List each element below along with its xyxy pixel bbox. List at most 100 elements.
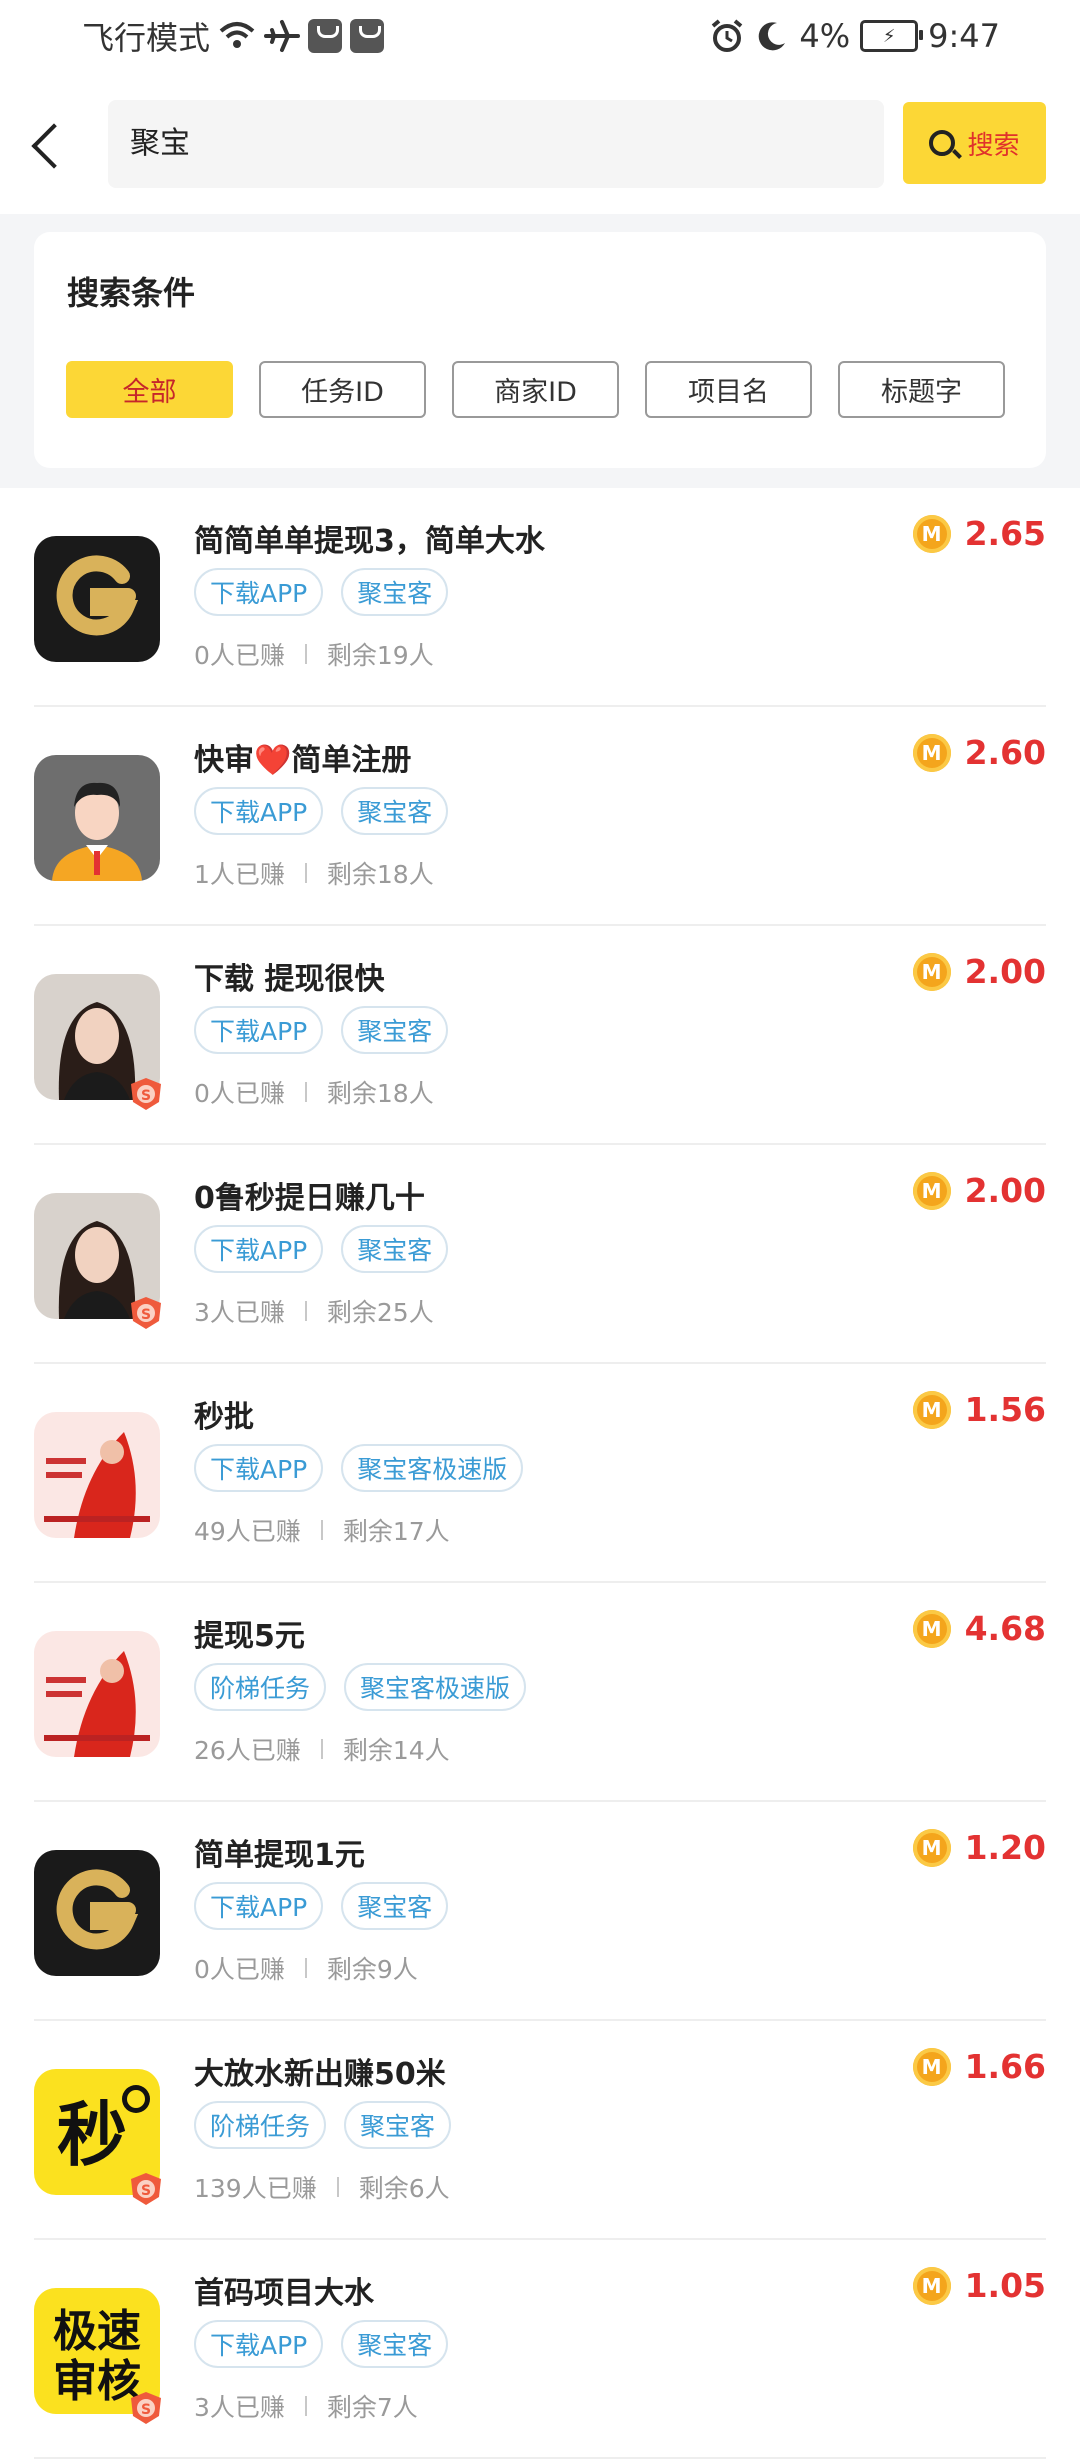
divider xyxy=(304,863,307,883)
task-stats: 0人已赚 剩余9人 xyxy=(194,1950,418,1986)
earned-count: 3人已赚 xyxy=(194,2393,285,2422)
task-tag: 下载APP xyxy=(194,1225,324,1273)
search-button-label: 搜索 xyxy=(967,130,1020,161)
remaining-count: 剩余18人 xyxy=(326,1079,434,1108)
task-title: 快审❤️简单注册 xyxy=(194,743,412,778)
shopping-bag-icon xyxy=(308,19,343,53)
divider xyxy=(304,2396,307,2416)
remaining-count: 剩余19人 xyxy=(326,641,434,670)
svg-text:极速: 极速 xyxy=(53,2306,141,2357)
task-tag: 阶梯任务 xyxy=(194,1663,327,1711)
battery-percent: 4% xyxy=(799,17,851,55)
coin-icon: M xyxy=(912,1171,951,1210)
clock: 9:47 xyxy=(928,17,1000,55)
g-logo-icon xyxy=(34,1850,160,1976)
task-title: 0鲁秒提日赚几十 xyxy=(194,1181,425,1216)
task-title: 秒批 xyxy=(194,1400,254,1435)
task-tag: 聚宝客 xyxy=(341,787,449,835)
task-list-item[interactable]: 简单提现1元 下载APP 聚宝客 0人已赚 剩余9人 M 1.20 xyxy=(0,1802,1080,2021)
filter-chip[interactable]: 商家ID xyxy=(452,361,619,418)
filter-chip[interactable]: 任务ID xyxy=(259,361,426,418)
svg-text:S: S xyxy=(141,2402,151,2418)
reward-amount: 1.05 xyxy=(964,2266,1046,2305)
reward: M 2.65 xyxy=(912,514,1046,553)
status-right: 4% ⚡ 9:47 xyxy=(709,14,1000,58)
divider xyxy=(304,1301,307,1321)
status-left: 飞行模式 xyxy=(82,14,385,58)
task-title: 提现5元 xyxy=(194,1619,305,1654)
status-bar: 飞行模式 4% ⚡ 9:47 xyxy=(0,0,1080,72)
reward-amount: 1.56 xyxy=(964,1390,1046,1429)
red-poster-icon xyxy=(34,1631,160,1757)
vip-shield-icon: S xyxy=(128,1076,164,1112)
reward-amount: 2.00 xyxy=(964,1171,1046,1210)
task-tags: 下载APP 聚宝客 xyxy=(194,2320,449,2368)
reward: M 1.66 xyxy=(912,2047,1046,2086)
task-stats: 49人已赚 剩余17人 xyxy=(194,1512,450,1548)
earned-count: 26人已赚 xyxy=(194,1736,301,1765)
filter-chips: 全部 任务ID 商家ID 项目名 标题字 xyxy=(66,361,1005,418)
coin-icon: M xyxy=(912,1828,951,1867)
reward-amount: 4.68 xyxy=(964,1609,1046,1648)
vip-shield-icon: S xyxy=(128,2171,164,2207)
vip-shield-icon: S xyxy=(128,2390,164,2426)
remaining-count: 剩余17人 xyxy=(342,1517,450,1546)
task-list-item[interactable]: S 下载 提现很快 下载APP 聚宝客 0人已赚 剩余18人 M 2.00 xyxy=(0,926,1080,1145)
earned-count: 1人已赚 xyxy=(194,860,285,889)
task-list-item[interactable]: 提现5元 阶梯任务 聚宝客极速版 26人已赚 剩余14人 M 4.68 xyxy=(0,1583,1080,1802)
reward: M 1.56 xyxy=(912,1390,1046,1429)
task-title: 首码项目大水 xyxy=(194,2276,374,2311)
task-title: 大放水新出赚50米 xyxy=(194,2057,446,2092)
task-title: 简简单单提现3，简单大水 xyxy=(194,524,545,559)
divider xyxy=(304,1082,307,1102)
avatar-man-icon xyxy=(34,755,160,881)
remaining-count: 剩余25人 xyxy=(326,1298,434,1327)
task-list-item[interactable]: 秒 S 大放水新出赚50米阶梯任务 聚宝客 139人已赚 剩余6人 M 1.66 xyxy=(0,2021,1080,2240)
filter-chip[interactable]: 全部 xyxy=(66,361,233,418)
filter-chip[interactable]: 项目名 xyxy=(645,361,812,418)
search-input[interactable]: 聚宝 xyxy=(108,100,884,188)
coin-icon: M xyxy=(912,2266,951,2305)
reward: M 1.20 xyxy=(912,1828,1046,1867)
g-logo-icon xyxy=(34,536,160,662)
reward-amount: 1.66 xyxy=(964,2047,1046,2086)
divider xyxy=(304,644,307,664)
filter-chip[interactable]: 标题字 xyxy=(838,361,1005,418)
earned-count: 3人已赚 xyxy=(194,1298,285,1327)
task-list-item[interactable]: 简简单单提现3，简单大水 下载APP 聚宝客 0人已赚 剩余19人 M 2.65 xyxy=(0,488,1080,707)
reward: M 4.68 xyxy=(912,1609,1046,1648)
coin-icon: M xyxy=(912,1609,951,1648)
battery-charging-icon: ⚡ xyxy=(860,20,924,52)
task-tags: 下载APP 聚宝客 xyxy=(194,1006,449,1054)
coin-icon: M xyxy=(912,952,951,991)
task-tag: 下载APP xyxy=(194,568,324,616)
earned-count: 49人已赚 xyxy=(194,1517,301,1546)
back-arrow-icon[interactable] xyxy=(24,116,84,176)
earned-count: 0人已赚 xyxy=(194,641,285,670)
reward: M 1.05 xyxy=(912,2266,1046,2305)
task-list-item[interactable]: S 0鲁秒提日赚几十 下载APP 聚宝客 3人已赚 剩余25人 M 2.00 xyxy=(0,1145,1080,1364)
search-button[interactable]: 搜索 xyxy=(903,102,1046,184)
task-tag: 下载APP xyxy=(194,1882,324,1930)
task-tags: 阶梯任务 聚宝客极速版 xyxy=(194,1663,527,1711)
remaining-count: 剩余6人 xyxy=(358,2174,450,2203)
divider xyxy=(304,1958,307,1978)
task-tag: 阶梯任务 xyxy=(194,2101,327,2149)
task-tags: 下载APP 聚宝客 xyxy=(194,787,449,835)
task-stats: 139人已赚 剩余6人 xyxy=(194,2169,450,2205)
reward: M 2.60 xyxy=(912,733,1046,772)
task-tag: 聚宝客 xyxy=(344,2101,452,2149)
task-tag: 下载APP xyxy=(194,787,324,835)
reward-amount: 2.00 xyxy=(964,952,1046,991)
svg-text:秒: 秒 xyxy=(57,2094,127,2176)
reward-amount: 1.20 xyxy=(964,1828,1046,1867)
task-title: 简单提现1元 xyxy=(194,1838,365,1873)
moon-icon xyxy=(759,22,786,51)
red-poster-icon xyxy=(34,1412,160,1538)
task-list-item[interactable]: 秒批 下载APP 聚宝客极速版 49人已赚 剩余17人 M 1.56 xyxy=(0,1364,1080,1583)
task-list-item[interactable]: 极速 审核 S 首码项目大水 下载APP 聚宝客 3人已赚 剩余7人 M 1.05 xyxy=(0,2240,1080,2459)
airplane-mode-label: 飞行模式 xyxy=(82,19,211,57)
coin-icon: M xyxy=(912,514,951,553)
task-list-item[interactable]: 快审❤️简单注册 下载APP 聚宝客 1人已赚 剩余18人 M 2.60 xyxy=(0,707,1080,926)
task-stats: 0人已赚 剩余19人 xyxy=(194,636,434,672)
